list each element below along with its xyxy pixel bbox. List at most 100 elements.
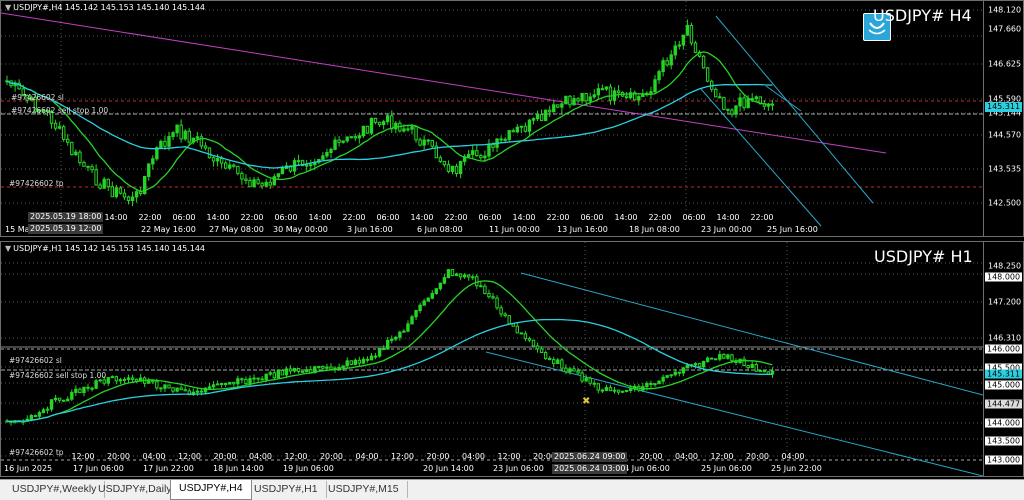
candle-body (446, 269, 451, 279)
candle-body (685, 24, 690, 36)
candle-body (539, 113, 544, 122)
tab-usdjpy-h4[interactable]: USDJPY#,H4 (170, 480, 252, 500)
h4-chart-pane[interactable]: ▼ USDJPY#,H4 145.142 145.153 145.140 145.… (0, 0, 1024, 237)
candle-body (552, 104, 556, 113)
candle-body (410, 126, 414, 130)
candle-body (325, 151, 329, 157)
time-tick-label: 20:00 (745, 452, 770, 461)
candle-body (616, 90, 621, 94)
time-tick-label: 12:00 (710, 452, 734, 461)
candle-body (199, 390, 204, 393)
time-tick-label: 12:00 (71, 452, 95, 461)
candle-body (280, 167, 285, 175)
candle-body (701, 55, 706, 69)
candle-body (361, 358, 366, 364)
candle-body (102, 379, 106, 384)
candle-body (499, 138, 503, 141)
dropdown-arrow-icon[interactable]: ▼ (5, 244, 11, 253)
candle-body (94, 380, 98, 389)
candle-body (317, 365, 321, 368)
candle-body (548, 357, 552, 361)
time-tick-label: 27 May 08:00 (209, 225, 264, 234)
candle-body (665, 60, 669, 66)
candle-body (187, 130, 191, 143)
candle-body (754, 364, 758, 372)
h4-price-plot[interactable] (1, 1, 983, 236)
time-tick-label: 14:00 (512, 213, 536, 222)
candle-body (580, 92, 584, 102)
candle-body (624, 95, 629, 99)
time-tick-label: 20:00 (213, 452, 237, 461)
time-tick-label: 30 May 00:00 (273, 225, 328, 234)
h4-time-axis[interactable]: 14:00 22:00 06:00 14:00 22:00 06:00 14:00 22:00… (1, 211, 983, 236)
candle-body (669, 374, 673, 377)
candle-body (345, 360, 349, 367)
h1-price-axis[interactable]: 148.250 148.000 147.200 146.310 146.000 145.5… (983, 242, 1024, 476)
price-tick-label: 142.500 (988, 198, 1022, 208)
price-tick-label: 143.000 (985, 455, 1023, 465)
chart-tab-bar: USDJPY#,Weekly USDJPY#,Daily USDJPY#,H4 USD… (0, 479, 1024, 500)
candle-body (215, 158, 220, 162)
candle-body (394, 336, 398, 340)
candle-body (515, 325, 519, 334)
dropdown-arrow-icon[interactable]: ▼ (5, 3, 11, 12)
candle-body (592, 94, 596, 98)
candle-body (414, 310, 418, 318)
candle-body (458, 273, 463, 278)
time-tick-label: 25 Jun 06:00 (701, 464, 752, 473)
candle-body (337, 366, 341, 369)
time-tick-label: 3 Jun 16:00 (347, 225, 393, 234)
time-tick-label: 04:00 (142, 452, 166, 461)
tab-usdjpy-h1[interactable]: USDJPY#,H1 (246, 481, 327, 498)
candle-body (462, 274, 467, 278)
candle-body (66, 398, 70, 402)
candle-body (543, 352, 548, 359)
candle-body (483, 155, 487, 159)
h1-price-plot[interactable]: ✖ (1, 242, 983, 476)
candle-body (377, 348, 382, 357)
candle-body (179, 124, 183, 140)
h4-symbol-title: USDJPY# H4 (873, 6, 972, 25)
candle-body (29, 415, 34, 420)
price-tick-label: 145.311 (985, 369, 1023, 379)
candle-body (98, 379, 102, 382)
date-crosshair-box: 2025.06.24 03:00 (552, 464, 628, 474)
ma-slow-line (6, 80, 773, 169)
candle-body (365, 125, 370, 134)
time-tick-label: 13 Jun 16:00 (557, 225, 608, 234)
h4-price-axis[interactable]: 148.120 147.660 146.625 145.590 145.144 144.5… (983, 1, 1024, 236)
tab-usdjpy-m15[interactable]: USDJPY#,M15 (320, 481, 408, 498)
h1-time-axis[interactable]: 12:00 20:00 04:00 12:00 20:00 04:00 12:00 20:00… (1, 452, 983, 476)
candle-body (580, 372, 584, 382)
candle-body (390, 338, 394, 341)
candle-body (74, 151, 78, 156)
time-tick-label: 14:00 (104, 213, 128, 222)
time-tick-label: 22:00 (342, 213, 366, 222)
candle-body (665, 375, 669, 378)
candle-body (66, 138, 70, 143)
candle-body (645, 382, 649, 388)
candle-body (677, 44, 681, 47)
candle-body (471, 276, 475, 279)
price-tick-label: 146.310 (988, 333, 1022, 343)
candle-body (240, 172, 244, 180)
tab-usdjpy-daily[interactable]: USDJPY#,Daily (90, 481, 181, 498)
candle-body (527, 338, 532, 341)
time-tick-label: 12:00 (390, 452, 415, 461)
candle-body (422, 300, 426, 306)
candle-body (292, 368, 297, 372)
candle-body (171, 387, 175, 392)
candle-body (414, 126, 418, 141)
candle-body (53, 122, 58, 129)
candle-body (211, 384, 216, 388)
candle-body (726, 108, 730, 111)
candle-body (438, 157, 443, 162)
candle-body (718, 354, 722, 360)
candle-body (53, 397, 58, 401)
h1-chart-pane[interactable]: ✖ ▼ USDJPY#,H1 145.142 145.153 145.140 14… (0, 241, 1024, 477)
candle-body (373, 117, 378, 123)
candle-body (450, 269, 455, 277)
price-tick-label: 144.000 (985, 418, 1023, 428)
candle-body (159, 387, 163, 390)
candle-body (90, 166, 94, 171)
